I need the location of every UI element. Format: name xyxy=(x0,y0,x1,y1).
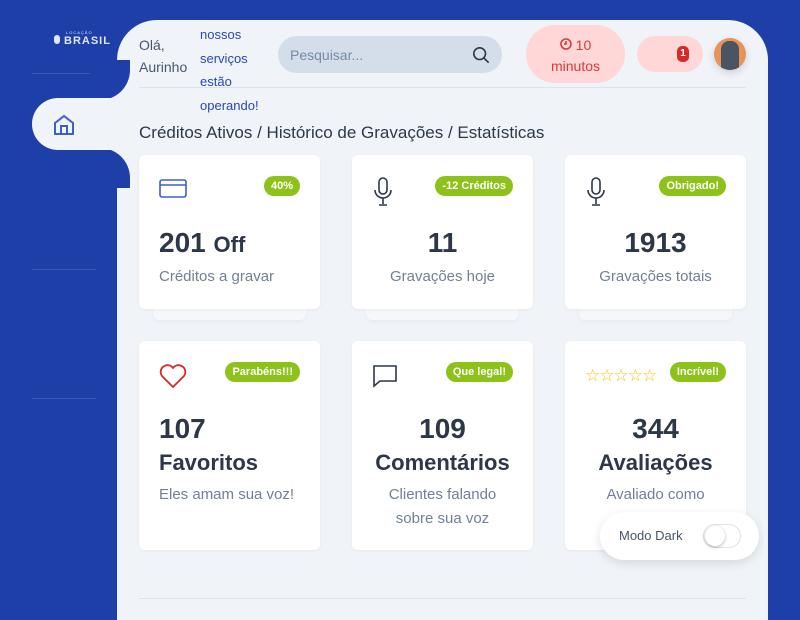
stat-label: Favoritos xyxy=(159,450,259,475)
timer-value: 10 xyxy=(575,37,592,53)
clock-icon xyxy=(559,38,572,50)
credit-card-icon xyxy=(159,179,187,198)
microphone-icon xyxy=(587,177,605,206)
badge: Obrigado! xyxy=(659,176,726,196)
stat-label: Avaliações xyxy=(598,450,713,475)
stat-description: Gravações totais xyxy=(599,268,712,285)
search-icon[interactable] xyxy=(472,46,490,64)
stat-description: Clientes falando sobre sua voz xyxy=(388,486,497,527)
logo-text: BRASIL xyxy=(64,35,111,47)
stat-card-favorites[interactable]: Parabéns!!! 107 Favoritos Eles amam sua … xyxy=(139,341,320,550)
greeting: Olá, Aurinho xyxy=(139,37,188,75)
divider xyxy=(139,598,746,599)
stat-card-comments[interactable]: Que legal! 109 Comentários Clientes fala… xyxy=(352,341,533,550)
stat-card-total[interactable]: Obrigado! 1913 Gravações totais xyxy=(565,155,746,309)
heart-icon xyxy=(159,364,187,389)
search-input[interactable] xyxy=(290,46,460,63)
stat-label: Comentários xyxy=(375,450,510,475)
microphone-icon xyxy=(374,177,392,206)
notification-badge: 1 xyxy=(677,46,689,62)
tab-curve xyxy=(90,60,130,100)
avatar[interactable] xyxy=(714,38,746,70)
stat-value: 11 xyxy=(427,227,458,258)
badge: Incrível! xyxy=(669,362,726,382)
stat-card-credits[interactable]: 40% 201 Off Créditos a gravar xyxy=(139,155,320,309)
sidebar-divider xyxy=(32,73,96,74)
timer-button[interactable]: 10 minutos xyxy=(526,25,625,83)
stat-value: 107 xyxy=(159,413,206,444)
stat-value: 344 xyxy=(632,413,679,444)
timer-unit: minutos xyxy=(550,58,601,74)
badge: Parabéns!!! xyxy=(225,362,300,382)
badge: 40% xyxy=(263,176,300,196)
stat-suffix: Off xyxy=(213,232,246,257)
stat-description: Gravações hoje xyxy=(389,268,496,285)
stat-card-today[interactable]: -12 Créditos 11 Gravações hoje xyxy=(352,155,533,309)
dark-mode-panel: Modo Dark xyxy=(600,512,759,560)
stars-icon: ☆☆☆☆☆ xyxy=(585,366,657,385)
stat-value: 1913 xyxy=(624,227,687,258)
notifications-button[interactable]: 1 xyxy=(637,36,703,72)
page-title: Créditos Ativos / Histórico de Gravações… xyxy=(139,123,545,142)
dark-mode-toggle[interactable] xyxy=(703,524,741,548)
sidebar-item-home[interactable] xyxy=(32,98,132,150)
dark-mode-label: Modo Dark xyxy=(619,528,683,543)
tab-curve xyxy=(90,148,130,188)
badge: Que legal! xyxy=(445,362,513,382)
search-bar[interactable] xyxy=(278,36,502,73)
chat-icon xyxy=(373,365,397,388)
sidebar-divider xyxy=(32,269,96,270)
stat-value: 201 xyxy=(159,227,206,258)
logo-small-text: LOCAÇÃO xyxy=(66,30,93,35)
stat-description: Avaliado como xyxy=(606,486,705,503)
microphone-logo-icon xyxy=(54,35,60,44)
stat-value: 109 xyxy=(419,413,466,444)
stat-description: Eles amam sua voz! xyxy=(159,486,295,503)
logo: LOCAÇÃO BRASIL xyxy=(52,30,111,48)
sidebar-divider xyxy=(32,398,96,399)
header-divider xyxy=(139,87,746,88)
service-status: nossos serviços estão operando! xyxy=(200,27,259,113)
stat-description: Créditos a gravar xyxy=(159,268,275,285)
badge: -12 Créditos xyxy=(435,176,513,196)
home-icon[interactable] xyxy=(52,113,76,137)
